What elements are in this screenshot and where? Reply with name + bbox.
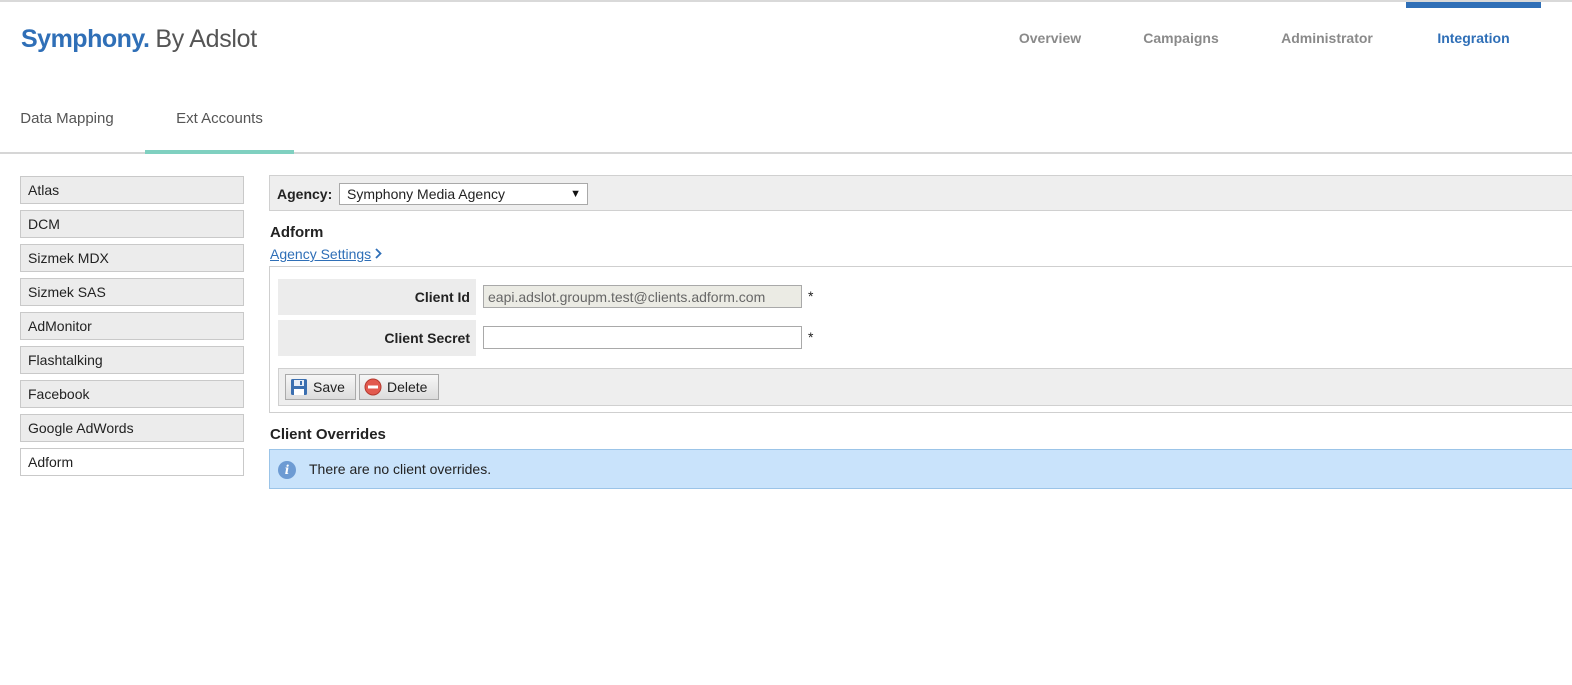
agency-select[interactable]: Symphony Media Agency ▼ — [339, 183, 588, 205]
client-id-input[interactable] — [483, 285, 802, 308]
agency-select-value: Symphony Media Agency — [347, 186, 505, 202]
section-title: Adform — [270, 224, 324, 241]
nav-administrator[interactable]: Administrator — [1265, 0, 1389, 60]
sidebar-item-sizmek-sas[interactable]: Sizmek SAS — [20, 278, 244, 306]
client-secret-row: Client Secret * — [278, 320, 1572, 356]
delete-button[interactable]: Delete — [359, 374, 439, 400]
floppy-disk-icon — [291, 379, 307, 395]
delete-button-label: Delete — [387, 379, 428, 395]
client-overrides-info: i There are no client overrides. — [269, 449, 1572, 489]
save-button-label: Save — [313, 379, 345, 395]
sidebar-item-sizmek-mdx[interactable]: Sizmek MDX — [20, 244, 244, 272]
client-id-required-mark: * — [808, 288, 814, 304]
credentials-form: Client Id * Client Secret * Save Delete — [269, 266, 1572, 413]
sidebar-item-admonitor[interactable]: AdMonitor — [20, 312, 244, 340]
nav-campaigns[interactable]: Campaigns — [1129, 0, 1233, 60]
sub-nav: Data Mapping Ext Accounts — [0, 95, 1572, 154]
agency-bar: Agency: Symphony Media Agency ▼ — [269, 175, 1572, 211]
client-id-label: Client Id — [278, 279, 476, 315]
sidebar-item-facebook[interactable]: Facebook — [20, 380, 244, 408]
nav-integration[interactable]: Integration — [1406, 0, 1541, 60]
client-overrides-title: Client Overrides — [270, 426, 386, 443]
sidebar-item-dcm[interactable]: DCM — [20, 210, 244, 238]
remove-circle-icon — [364, 378, 382, 396]
agency-settings-link[interactable]: Agency Settings — [270, 246, 382, 262]
tab-data-mapping[interactable]: Data Mapping — [0, 95, 134, 152]
sidebar-item-flashtalking[interactable]: Flashtalking — [20, 346, 244, 374]
tab-ext-accounts[interactable]: Ext Accounts — [145, 95, 294, 154]
client-secret-required-mark: * — [808, 329, 814, 345]
client-secret-input[interactable] — [483, 326, 802, 349]
agency-settings-label: Agency Settings — [270, 246, 372, 262]
chevron-right-icon — [375, 248, 382, 259]
info-icon: i — [278, 461, 296, 479]
nav-overview[interactable]: Overview — [1003, 0, 1097, 60]
sidebar: Atlas DCM Sizmek MDX Sizmek SAS AdMonito… — [20, 176, 244, 482]
form-button-bar: Save Delete — [278, 368, 1572, 406]
client-secret-label: Client Secret — [278, 320, 476, 356]
sidebar-item-adform[interactable]: Adform — [20, 448, 244, 476]
main-nav: Overview Campaigns Administrator Integra… — [0, 0, 1572, 60]
client-id-row: Client Id * — [278, 279, 1572, 315]
save-button[interactable]: Save — [285, 374, 356, 400]
client-overrides-message: There are no client overrides. — [309, 461, 492, 477]
agency-label: Agency: — [277, 186, 333, 202]
sidebar-item-google-adwords[interactable]: Google AdWords — [20, 414, 244, 442]
dropdown-arrow-icon: ▼ — [570, 188, 581, 200]
sidebar-item-atlas[interactable]: Atlas — [20, 176, 244, 204]
